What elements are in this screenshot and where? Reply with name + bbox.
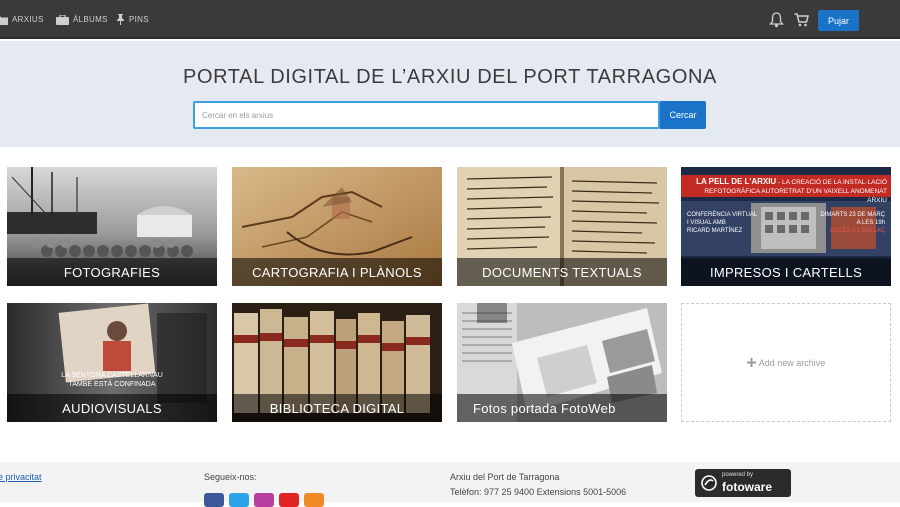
nav-archives-label: ARXIUS — [12, 15, 44, 24]
poster-right-line-3: ACCÉS A L'ENLLAÇ — [829, 228, 885, 234]
archive-tile-impresos[interactable]: LA PELL DE L'ARXIU - LA CREACIÓ DE LA IN… — [681, 167, 891, 286]
fotoware-brand: fotoware — [722, 480, 773, 494]
upload-button[interactable]: Pujar — [818, 10, 859, 31]
poster-sub: - LA CREACIÓ DE LA INSTAL·LACIÓ — [778, 179, 887, 186]
powered-by-label: powered by — [722, 472, 754, 478]
archive-tile-audiovisuals[interactable]: LA SENYORA CASTELLARNAU TAMBÉ ESTÀ CONFI… — [7, 303, 217, 422]
nav-pins[interactable]: PINS — [116, 0, 149, 39]
rss-icon[interactable] — [304, 493, 324, 507]
plus-icon — [746, 358, 756, 367]
nav-albums-label: ÀLBUMS — [73, 15, 108, 24]
poster-left-text: CONFERÈNCIA VIRTUAL I VISUAL AMB RICARD … — [687, 211, 757, 235]
tile-label: CARTOGRAFIA I PLÀNOLS — [232, 258, 442, 286]
poster-right-line-1: DIMARTS 23 DE MARÇ — [820, 212, 885, 218]
video-caption: LA SENYORA CASTELLARNAU TAMBÉ ESTÀ CONFI… — [7, 371, 217, 389]
hero-section: PORTAL DIGITAL DE L’ARXIU DEL PORT TARRA… — [0, 41, 900, 147]
twitter-icon[interactable] — [229, 493, 249, 507]
nav-archives[interactable]: ARXIUS — [0, 0, 44, 39]
organization-name: Arxiu del Port de Tarragona — [450, 472, 560, 482]
follow-us-label: Segueix-nos: — [204, 472, 257, 482]
fotoware-badge[interactable]: powered by fotoware — [695, 469, 791, 497]
search-input[interactable] — [193, 101, 660, 129]
poster-headline: LA PELL DE L'ARXIU — [696, 177, 777, 186]
archive-tile-fotografies[interactable]: FOTOGRAFIES — [7, 167, 217, 286]
poster-banner: LA PELL DE L'ARXIU - LA CREACIÓ DE LA IN… — [681, 175, 891, 204]
search-button[interactable]: Cercar — [660, 101, 706, 129]
archive-tile-documents[interactable]: DOCUMENTS TEXTUALS — [457, 167, 667, 286]
poster-right-text: DIMARTS 23 DE MARÇ A LES 19h ACCÉS A L'E… — [820, 211, 885, 235]
poster-right-line-2: A LES 19h — [856, 220, 885, 226]
cart-icon — [794, 13, 809, 27]
tile-label: IMPRESOS I CARTELLS — [681, 258, 891, 286]
briefcase-icon — [56, 14, 69, 25]
poster-left-line-3: RICARD MARTÍNEZ — [687, 228, 743, 234]
poster-left-line-2: I VISUAL AMB — [687, 220, 726, 226]
video-caption-line-2: TAMBÉ ESTÀ CONFINADA — [68, 381, 156, 388]
cart-button[interactable] — [794, 12, 810, 28]
add-new-archive-button[interactable]: Add new archive — [681, 303, 891, 422]
organization-phone: Telèfon: 977 25 9400 Extensions 5001-500… — [450, 487, 627, 497]
tile-label: AUDIOVISUALS — [7, 394, 217, 422]
page-title: PORTAL DIGITAL DE L’ARXIU DEL PORT TARRA… — [183, 66, 717, 88]
archive-tile-cartografia[interactable]: CARTOGRAFIA I PLÀNOLS — [232, 167, 442, 286]
nav-pins-label: PINS — [129, 15, 149, 24]
privacy-link[interactable]: e privacitat — [0, 472, 42, 482]
instagram-icon[interactable] — [254, 493, 274, 507]
add-new-archive-label: Add new archive — [758, 357, 826, 368]
tile-label: DOCUMENTS TEXTUALS — [457, 258, 667, 286]
tile-label: BIBLIOTECA DIGITAL — [232, 394, 442, 422]
pin-icon — [117, 14, 124, 25]
facebook-icon[interactable] — [204, 493, 224, 507]
footer: e privacitat Segueix-nos: Arxiu del Port… — [0, 462, 900, 507]
fotoware-logo-icon — [701, 475, 717, 491]
nav-albums[interactable]: ÀLBUMS — [56, 0, 108, 39]
bell-icon — [769, 12, 784, 28]
tile-label: Fotos portada FotoWeb — [457, 394, 667, 422]
top-navbar: ARXIUS ÀLBUMS PINS Pujar — [0, 0, 900, 39]
youtube-icon[interactable] — [279, 493, 299, 507]
notifications-button[interactable] — [769, 12, 785, 28]
archive-tile-biblioteca[interactable]: BIBLIOTECA DIGITAL — [232, 303, 442, 422]
folder-icon — [0, 15, 8, 25]
archive-tile-fotoweb[interactable]: Fotos portada FotoWeb — [457, 303, 667, 422]
poster-left-line-1: CONFERÈNCIA VIRTUAL — [687, 212, 758, 218]
video-caption-line-1: LA SENYORA CASTELLARNAU — [61, 372, 163, 379]
tile-label: FOTOGRAFIES — [7, 258, 217, 286]
